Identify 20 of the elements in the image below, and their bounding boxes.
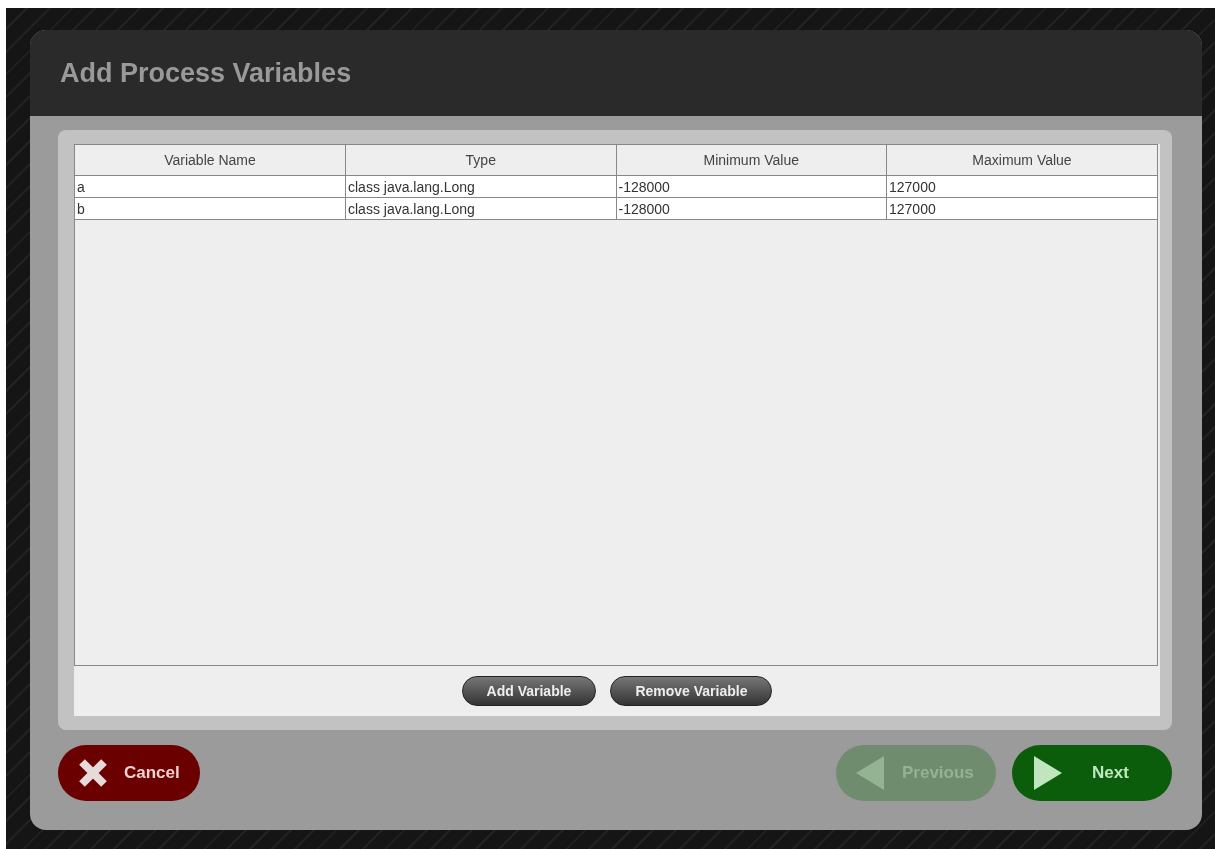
- table-cell: 127000: [886, 175, 1157, 198]
- column-header[interactable]: Maximum Value: [886, 145, 1157, 176]
- left-triangle-icon: [856, 755, 886, 790]
- table-cell: -128000: [616, 175, 887, 198]
- table-cell: -128000: [616, 197, 887, 220]
- column-header[interactable]: Type: [345, 145, 616, 176]
- dialog-title: Add Process Variables: [60, 57, 352, 89]
- table-cell: class java.lang.Long: [345, 175, 616, 198]
- table-cell: class java.lang.Long: [345, 197, 616, 220]
- table-cell: 127000: [886, 197, 1157, 220]
- column-header[interactable]: Minimum Value: [616, 145, 887, 176]
- close-icon: [78, 757, 108, 788]
- column-header[interactable]: Variable Name: [75, 145, 346, 176]
- add-variable-button[interactable]: Add Variable: [461, 676, 597, 706]
- remove-variable-button[interactable]: Remove Variable: [610, 676, 773, 706]
- table-cell: a: [75, 175, 346, 198]
- next-button[interactable]: Next: [1012, 744, 1172, 801]
- right-triangle-icon: [1032, 755, 1062, 790]
- cancel-button[interactable]: Cancel: [58, 744, 200, 801]
- table-cell: b: [75, 197, 346, 220]
